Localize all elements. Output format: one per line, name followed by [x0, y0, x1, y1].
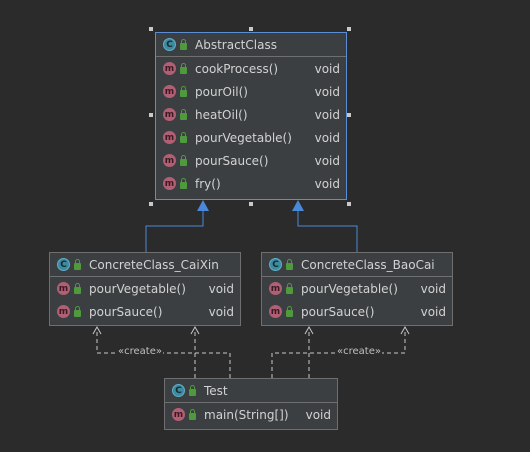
method-type: void: [420, 304, 446, 319]
method-m-icon: m: [269, 305, 282, 318]
method-m-icon: m: [57, 305, 70, 318]
inheritance-arrowhead-left: [197, 200, 209, 211]
public-lock-icon: [74, 306, 81, 317]
method-row[interactable]: m pourSauce() void: [50, 300, 240, 323]
method-type: void: [420, 281, 446, 296]
method-m-icon: m: [163, 85, 176, 98]
public-lock-icon: [180, 178, 187, 189]
method-type: void: [314, 130, 340, 145]
method-row[interactable]: m heatOil() void: [156, 103, 346, 126]
public-lock-icon: [180, 86, 187, 97]
class-c-icon: C: [163, 38, 176, 51]
selection-handle[interactable]: [149, 27, 153, 31]
method-row[interactable]: m cookProcess() void: [156, 57, 346, 80]
public-lock-icon: [74, 283, 81, 294]
selection-handle[interactable]: [347, 202, 351, 206]
method-row[interactable]: m pourVegetable() void: [50, 277, 240, 300]
method-name: pourSauce(): [89, 304, 163, 319]
create-label-left: «create»: [117, 346, 163, 357]
class-header: C ConcreteClass_BaoCai: [262, 253, 452, 277]
selection-handle[interactable]: [149, 202, 153, 206]
method-type: void: [314, 107, 340, 122]
method-name: fry(): [195, 176, 221, 191]
method-type: void: [208, 304, 234, 319]
inheritance-arrowhead-right: [292, 200, 304, 211]
method-row[interactable]: m main(String[]) void: [165, 403, 337, 426]
method-type: void: [208, 281, 234, 296]
method-row[interactable]: m pourVegetable() void: [262, 277, 452, 300]
class-box-concreteclass-caixin[interactable]: C ConcreteClass_CaiXin m pourVegetable()…: [49, 252, 241, 326]
public-lock-icon: [180, 109, 187, 120]
class-box-test[interactable]: C Test m main(String[]) void: [164, 378, 338, 430]
method-row[interactable]: m pourOil() void: [156, 80, 346, 103]
method-m-icon: m: [163, 108, 176, 121]
selection-handle[interactable]: [347, 27, 351, 31]
create-label-right: «create»: [336, 346, 382, 357]
selection-handle[interactable]: [249, 27, 253, 31]
method-row[interactable]: m pourSauce() void: [156, 149, 346, 172]
public-lock-icon: [189, 409, 196, 420]
method-name: cookProcess(): [195, 61, 279, 76]
method-m-icon: m: [163, 62, 176, 75]
class-title: AbstractClass: [195, 37, 277, 52]
method-row[interactable]: m pourVegetable() void: [156, 126, 346, 149]
method-m-icon: m: [163, 154, 176, 167]
method-m-icon: m: [269, 282, 282, 295]
method-name: pourSauce(): [195, 153, 269, 168]
class-title: ConcreteClass_BaoCai: [301, 257, 435, 272]
method-m-icon: m: [163, 177, 176, 190]
public-lock-icon: [180, 155, 187, 166]
method-m-icon: m: [172, 408, 185, 421]
method-name: pourOil(): [195, 84, 248, 99]
public-lock-icon: [189, 385, 196, 396]
method-name: pourSauce(): [301, 304, 375, 319]
selection-handle[interactable]: [347, 113, 351, 117]
public-lock-icon: [180, 63, 187, 74]
public-lock-icon: [180, 39, 187, 50]
method-type: void: [314, 176, 340, 191]
public-lock-icon: [74, 259, 81, 270]
method-type: void: [314, 61, 340, 76]
inheritance-line-caixin: [145, 208, 204, 252]
method-m-icon: m: [57, 282, 70, 295]
class-title: ConcreteClass_CaiXin: [89, 257, 219, 272]
method-name: pourVegetable(): [195, 130, 292, 145]
selection-handle[interactable]: [149, 113, 153, 117]
class-header: C Test: [165, 379, 337, 403]
method-name: pourVegetable(): [89, 281, 186, 296]
method-type: void: [314, 84, 340, 99]
method-type: void: [314, 153, 340, 168]
method-m-icon: m: [163, 131, 176, 144]
method-type: void: [305, 407, 331, 422]
method-name: main(String[]): [204, 407, 289, 422]
class-box-concreteclass-baocai[interactable]: C ConcreteClass_BaoCai m pourVegetable()…: [261, 252, 453, 326]
public-lock-icon: [286, 283, 293, 294]
public-lock-icon: [180, 132, 187, 143]
class-title: Test: [204, 383, 228, 398]
class-c-icon: C: [57, 258, 70, 271]
public-lock-icon: [286, 259, 293, 270]
method-row[interactable]: m fry() void: [156, 172, 346, 195]
class-header: C AbstractClass: [156, 33, 346, 57]
class-box-abstractclass[interactable]: C AbstractClass m cookProcess() void m p…: [155, 32, 347, 200]
method-row[interactable]: m pourSauce() void: [262, 300, 452, 323]
inheritance-line-baocai: [297, 208, 358, 252]
method-name: heatOil(): [195, 107, 248, 122]
class-c-icon: C: [269, 258, 282, 271]
public-lock-icon: [286, 306, 293, 317]
method-name: pourVegetable(): [301, 281, 398, 296]
class-header: C ConcreteClass_CaiXin: [50, 253, 240, 277]
selection-handle[interactable]: [249, 202, 253, 206]
class-c-icon: C: [172, 384, 185, 397]
